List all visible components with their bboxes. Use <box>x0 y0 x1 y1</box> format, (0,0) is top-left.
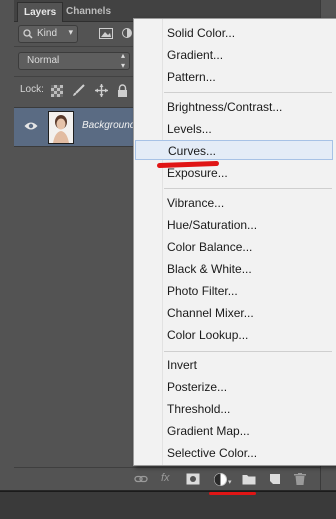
folder-icon[interactable] <box>242 473 256 485</box>
layer-thumbnail <box>48 111 74 144</box>
chevron-down-icon: ▾ <box>68 27 73 37</box>
annotation-underline-adjustment <box>209 492 256 495</box>
menu-item-gradient[interactable]: Gradient... <box>134 45 336 65</box>
kind-label: Kind <box>37 28 58 39</box>
layers-bottom-toolbar: fx ▾ <box>14 467 320 491</box>
kind-select[interactable]: Kind ▾ <box>18 25 78 43</box>
menu-item-pattern[interactable]: Pattern... <box>134 67 336 87</box>
menu-item-color-balance[interactable]: Color Balance... <box>134 237 336 257</box>
menu-item-curves[interactable]: Curves... <box>135 140 333 160</box>
menu-item-selective-color[interactable]: Selective Color... <box>134 443 336 463</box>
menu-item-black-white[interactable]: Black & White... <box>134 259 336 279</box>
menu-item-posterize[interactable]: Posterize... <box>134 377 336 397</box>
menu-item-brightness-contrast[interactable]: Brightness/Contrast... <box>134 97 336 117</box>
menu-item-invert[interactable]: Invert <box>134 355 336 375</box>
stepper-icon: ▴ ▾ <box>120 51 125 70</box>
move-icon[interactable] <box>95 84 108 97</box>
menu-separator <box>164 92 332 93</box>
chevron-down-icon: ▾ <box>228 479 232 486</box>
status-bar <box>0 490 336 519</box>
adjustment-layer-icon[interactable] <box>214 473 227 486</box>
link-icon[interactable] <box>134 473 148 485</box>
menu-item-solid-color[interactable]: Solid Color... <box>134 23 336 43</box>
adjustment-filter-icon[interactable] <box>122 27 132 39</box>
fx-icon[interactable]: fx <box>161 472 170 484</box>
eye-icon[interactable] <box>24 121 38 131</box>
tab-channels[interactable]: Channels <box>60 2 117 21</box>
tab-layers[interactable]: Layers <box>17 2 64 22</box>
layer-name: Background <box>82 120 136 131</box>
add-mask-icon[interactable] <box>186 473 200 485</box>
lock-label: Lock: <box>20 84 44 95</box>
new-layer-icon[interactable] <box>268 473 282 485</box>
menu-item-channel-mixer[interactable]: Channel Mixer... <box>134 303 336 323</box>
menu-item-hue-saturation[interactable]: Hue/Saturation... <box>134 215 336 235</box>
adjustment-layer-menu: Solid Color... Gradient... Pattern... Br… <box>133 18 336 466</box>
menu-separator <box>164 188 332 189</box>
lock-transparent-icon[interactable] <box>51 85 63 97</box>
blend-mode-select[interactable]: Normal ▴ ▾ <box>18 51 130 70</box>
image-filter-icon[interactable] <box>99 28 113 39</box>
menu-item-photo-filter[interactable]: Photo Filter... <box>134 281 336 301</box>
search-icon <box>23 29 33 39</box>
blend-mode-value: Normal <box>27 55 60 66</box>
trash-icon[interactable] <box>294 473 306 485</box>
brush-icon[interactable] <box>72 84 85 97</box>
menu-separator <box>164 351 332 352</box>
menu-item-threshold[interactable]: Threshold... <box>134 399 336 419</box>
lock-icon[interactable] <box>117 84 128 97</box>
menu-item-levels[interactable]: Levels... <box>134 119 336 139</box>
menu-item-vibrance[interactable]: Vibrance... <box>134 193 336 213</box>
menu-item-gradient-map[interactable]: Gradient Map... <box>134 421 336 441</box>
menu-item-color-lookup[interactable]: Color Lookup... <box>134 325 336 345</box>
